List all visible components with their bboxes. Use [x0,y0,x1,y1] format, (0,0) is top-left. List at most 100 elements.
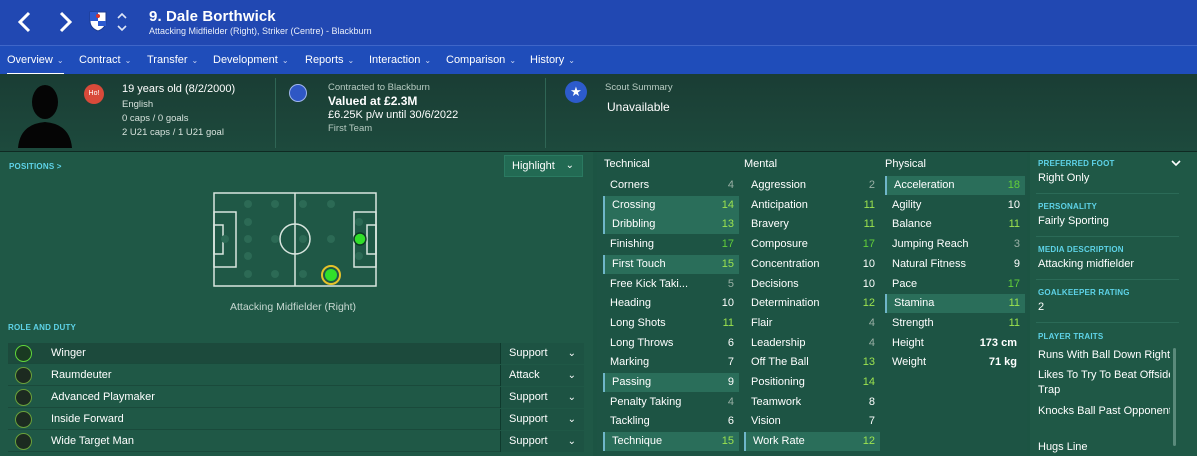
preferred-foot-label: PREFERRED FOOT [1038,159,1115,168]
attribute-name: Jumping Reach [892,238,969,250]
scout-summary-value: Unavailable [607,100,670,114]
duty-dropdown[interactable]: Support ⌄ [500,409,584,430]
tab-contract[interactable]: Contract ⌄ [79,46,131,75]
attribute-row[interactable]: Leadership 4 [744,334,880,353]
attribute-value: 18 [1007,179,1020,191]
role-name: Raumdeuter [51,369,112,381]
duty-dropdown[interactable]: Support ⌄ [500,431,584,452]
attribute-row[interactable]: Crossing 14 [603,196,739,215]
attribute-name: Determination [751,297,820,309]
attribute-row[interactable]: Composure 17 [744,235,880,254]
attribute-row[interactable]: Strength 11 [885,314,1025,333]
positions-link[interactable]: POSITIONS > [9,162,62,171]
attribute-row[interactable]: Aggression 2 [744,176,880,195]
chevron-down-icon: ⌄ [565,160,574,171]
attribute-row[interactable]: Heading 10 [603,294,739,313]
attribute-name: Anticipation [751,199,808,211]
tab-history[interactable]: History ⌄ [530,46,575,75]
chevron-down-icon: ⌄ [347,56,355,65]
highlight-dropdown[interactable]: Highlight ⌄ [504,155,583,177]
attribute-name: Bravery [751,218,789,230]
attribute-name: Stamina [894,297,935,309]
chevron-left-icon [17,11,31,33]
attribute-name: Acceleration [894,179,955,191]
page-title: 9. Dale Borthwick [149,8,276,25]
chevron-down-icon: ⌄ [191,56,199,65]
role-row[interactable]: Wide Target Man Support ⌄ [8,431,584,452]
tab-development[interactable]: Development ⌄ [213,46,289,75]
attribute-row[interactable]: Penalty Taking 4 [603,393,739,412]
duty-dropdown[interactable]: Support ⌄ [500,343,584,364]
chevron-down-icon: ⌄ [509,56,517,65]
attribute-value: 17 [1007,278,1020,290]
tab-interaction[interactable]: Interaction ⌄ [369,46,431,75]
attribute-name: Dribbling [612,218,656,230]
forward-button[interactable] [52,8,78,36]
info-divider [1036,236,1179,237]
traits-list[interactable]: Runs With Ball Down Right Likes To Try T… [1030,348,1170,456]
attribute-row[interactable]: Concentration 10 [744,255,880,274]
club-icon[interactable] [289,84,307,102]
attribute-row[interactable]: First Touch 15 [603,255,739,274]
attribute-row[interactable]: Vision 7 [744,412,880,431]
tab-transfer[interactable]: Transfer ⌄ [147,46,198,75]
attribute-value: 4 [727,179,734,191]
role-name: Inside Forward [51,413,124,425]
info-divider [1036,322,1179,323]
chevron-down-icon[interactable] [1170,156,1182,170]
attribute-row[interactable]: Bravery 11 [744,215,880,234]
role-row[interactable]: Inside Forward Support ⌄ [8,409,584,430]
attribute-value: 17 [862,238,875,250]
attribute-row[interactable]: Determination 12 [744,294,880,313]
club-nickname-badge: Ho! [84,84,104,104]
attribute-row[interactable]: Acceleration 18 [885,176,1025,195]
attribute-row[interactable]: Anticipation 11 [744,196,880,215]
duty-dropdown[interactable]: Attack ⌄ [500,365,584,386]
attribute-row[interactable]: Decisions 10 [744,275,880,294]
attribute-name: Weight [892,356,927,368]
attribute-name: Free Kick Taki... [610,278,689,290]
attribute-row[interactable]: Natural Fitness 9 [885,255,1025,274]
duty-dropdown[interactable]: Support ⌄ [500,387,584,408]
attribute-row[interactable]: Stamina 11 [885,294,1025,313]
tab-overview[interactable]: Overview ⌄ [7,46,64,75]
tab-label: Transfer [147,54,188,66]
attribute-row[interactable]: Tackling 6 [603,412,739,431]
role-row[interactable]: Advanced Playmaker Support ⌄ [8,387,584,408]
attribute-value: 10 [721,297,734,309]
attribute-row[interactable]: Corners 4 [603,176,739,195]
attribute-row[interactable]: Technique 15 [603,432,739,451]
attribute-value: 6 [727,337,734,349]
attribute-row[interactable]: Marking 7 [603,353,739,372]
attribute-row[interactable]: Agility 10 [885,196,1025,215]
club-crest-icon[interactable] [88,10,108,32]
back-button[interactable] [12,8,38,36]
attribute-row[interactable]: Off The Ball 13 [744,353,880,372]
tab-reports[interactable]: Reports ⌄ [305,46,354,75]
attribute-row[interactable]: Flair 4 [744,314,880,333]
role-row[interactable]: Raumdeuter Attack ⌄ [8,365,584,386]
trait-item: Runs With Ball Down Right [1038,349,1170,361]
role-row[interactable]: Winger Support ⌄ [8,343,584,364]
attribute-row[interactable]: Work Rate 12 [744,432,880,451]
attribute-row[interactable]: Passing 9 [603,373,739,392]
attribute-value: 9 [1013,258,1020,270]
attribute-row[interactable]: Dribbling 13 [603,215,739,234]
attribute-row[interactable]: Finishing 17 [603,235,739,254]
player-switch-icon[interactable] [116,9,128,35]
info-divider [1036,279,1179,280]
tab-comparison[interactable]: Comparison ⌄ [446,46,516,75]
attribute-row[interactable]: Long Throws 6 [603,334,739,353]
attribute-row[interactable]: Free Kick Taki... 5 [603,275,739,294]
attribute-row[interactable]: Jumping Reach 3 [885,235,1025,254]
attribute-row[interactable]: Positioning 14 [744,373,880,392]
traits-scrollbar[interactable] [1173,348,1176,446]
attribute-name: Vision [751,415,781,427]
attribute-row[interactable]: Long Shots 11 [603,314,739,333]
attribute-name: Long Shots [610,317,666,329]
tab-label: Overview [7,54,53,66]
attribute-row[interactable]: Pace 17 [885,275,1025,294]
attribute-row[interactable]: Balance 11 [885,215,1025,234]
role-name: Advanced Playmaker [51,391,155,403]
attribute-row[interactable]: Teamwork 8 [744,393,880,412]
